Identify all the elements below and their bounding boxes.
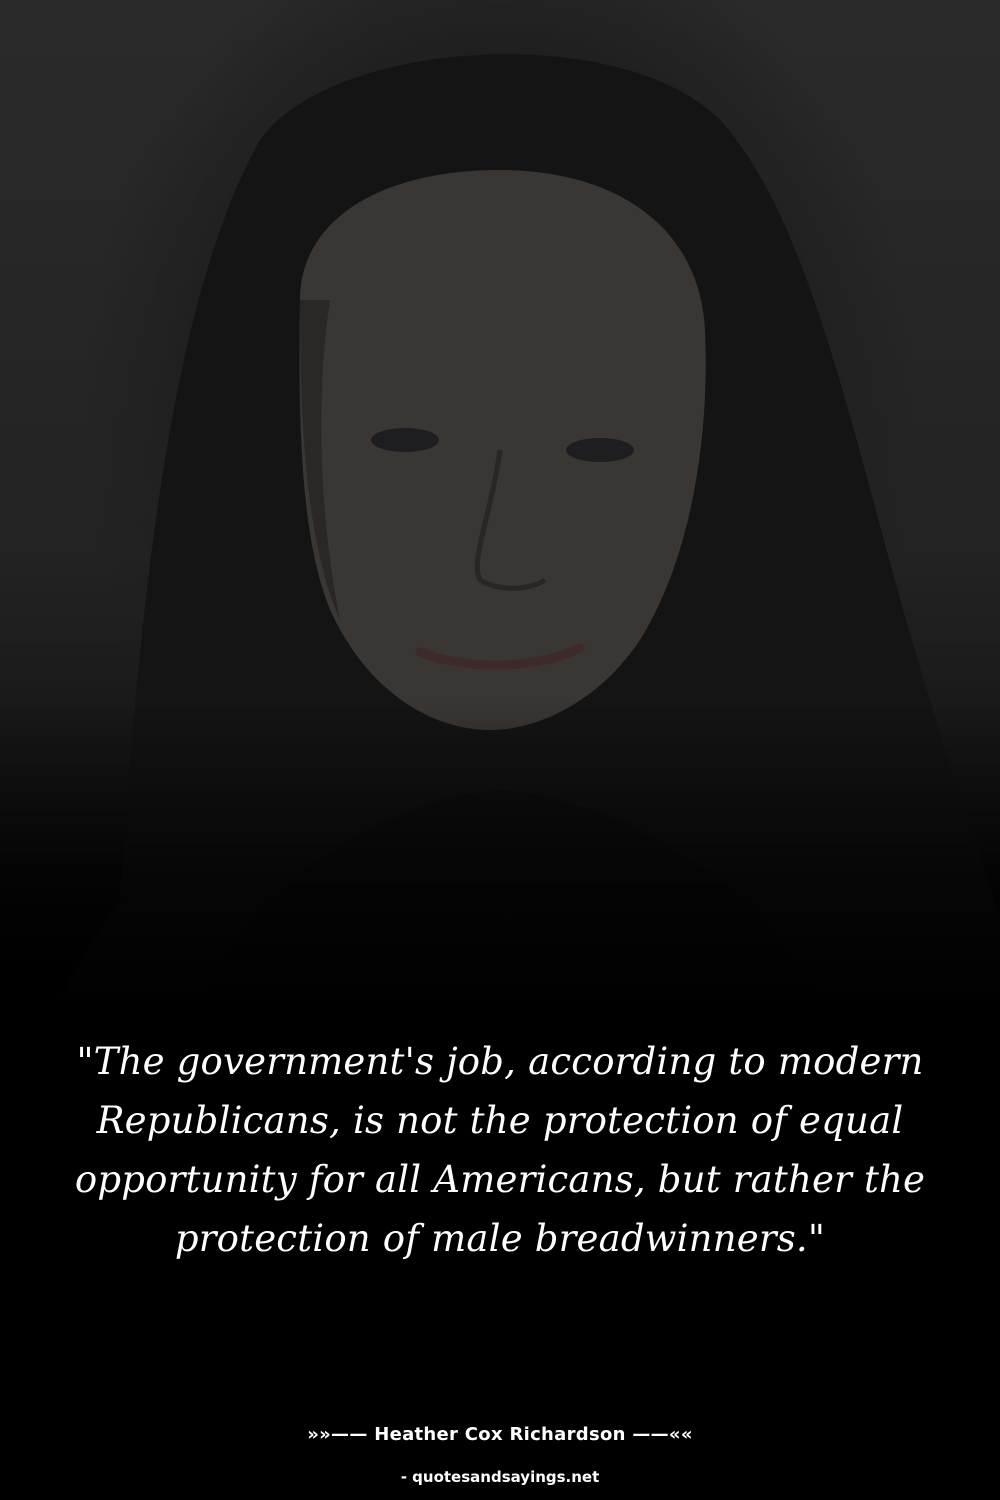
quote-card: "The government's job, according to mode…: [0, 0, 1000, 1500]
quote-author: »»—— Heather Cox Richardson ——««: [307, 1424, 693, 1445]
site-watermark: - quotesandsayings.net: [400, 1468, 600, 1486]
quote-text: "The government's job, according to mode…: [74, 1040, 926, 1260]
bottom-gradient-overlay: [0, 700, 1000, 1020]
left-eye: [371, 428, 439, 452]
right-eye: [566, 438, 634, 462]
